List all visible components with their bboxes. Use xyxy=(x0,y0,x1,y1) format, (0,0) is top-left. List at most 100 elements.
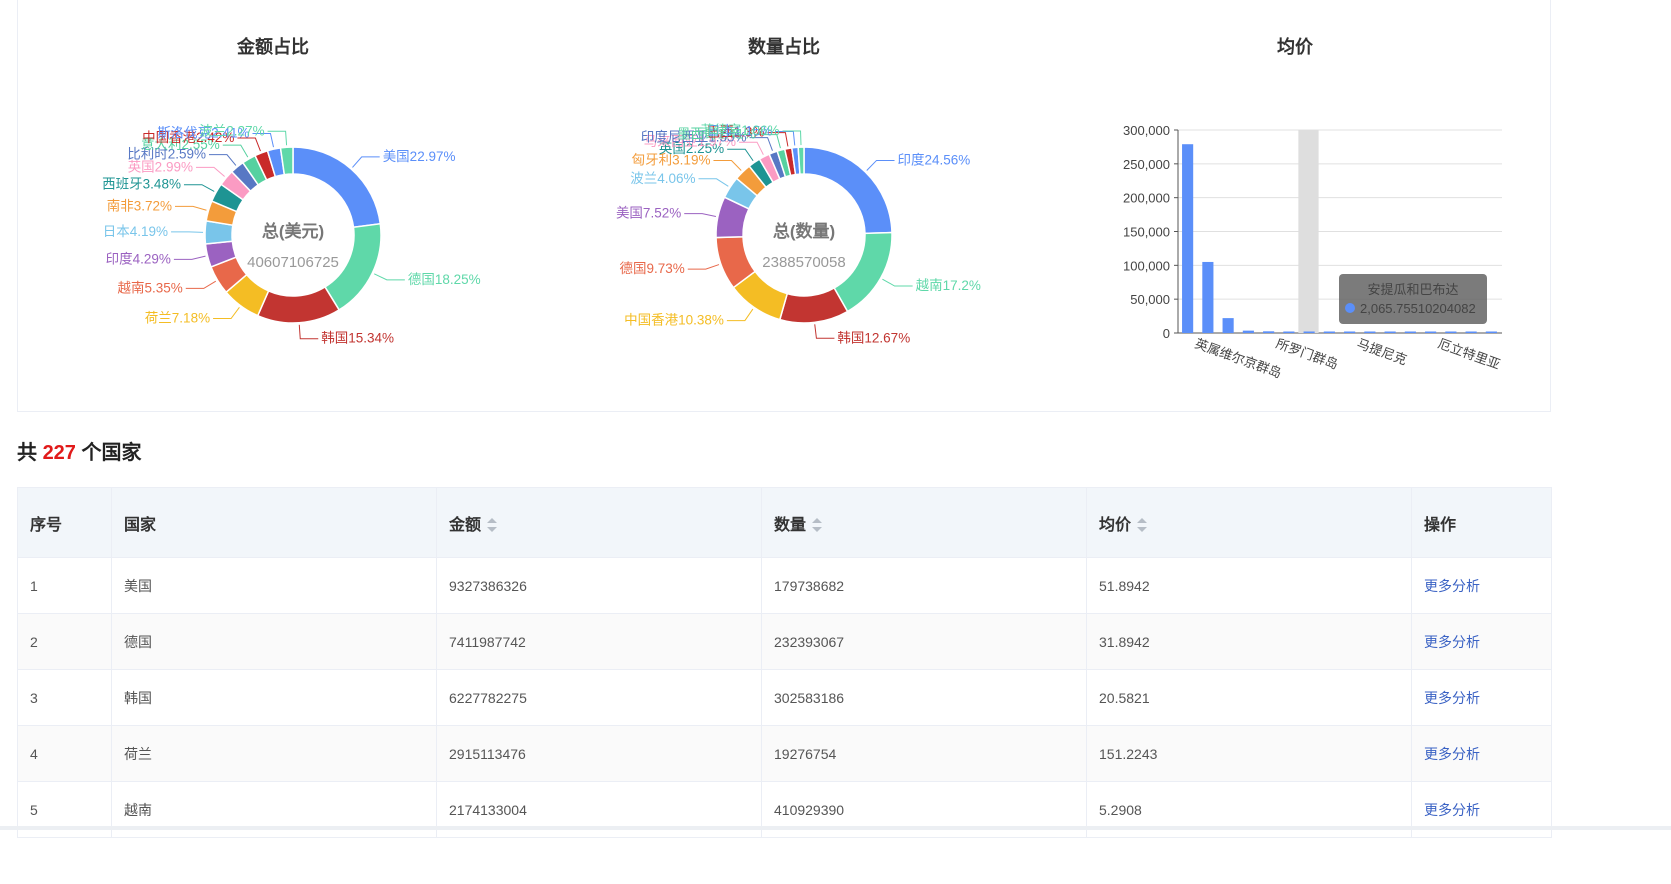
pie-slice-label: 波兰4.06% xyxy=(630,171,695,186)
pie-slice-label: 印度24.56% xyxy=(898,152,971,167)
bar xyxy=(1364,331,1376,333)
header-quantity[interactable]: 数量 xyxy=(761,487,1087,558)
pie-leader-line xyxy=(698,178,729,187)
bar xyxy=(1485,331,1497,333)
header-amount[interactable]: 金额 xyxy=(436,487,762,558)
more-analysis-link[interactable]: 更多分析 xyxy=(1424,690,1480,706)
pie-center-value: 40607106725 xyxy=(247,254,339,271)
bar xyxy=(1465,331,1477,333)
pie-leader-line xyxy=(726,308,754,322)
pie-leader-line xyxy=(684,213,717,217)
pie-leader-line xyxy=(175,205,207,211)
pie-leader-line xyxy=(298,324,319,340)
pie-leader-line xyxy=(208,154,237,166)
cell-avg-price: 151.2243 xyxy=(1086,725,1412,782)
bar xyxy=(1404,331,1416,333)
x-tick-label: 所罗门群岛 xyxy=(1274,336,1340,372)
pie-leader-line xyxy=(814,324,835,339)
header-index-label: 序号 xyxy=(30,516,63,534)
y-tick-label: 100,000 xyxy=(1123,258,1170,273)
x-tick-label: 厄立特里亚 xyxy=(1436,336,1502,372)
quantity-share-pie-chart: 数量占比印度24.56% 越南17.2% 韩国12.67% 中国香港10.38% 德国9… xyxy=(616,36,981,345)
hover-band xyxy=(1298,130,1319,333)
cell-index: 3 xyxy=(17,669,112,726)
header-action: 操作 xyxy=(1411,487,1552,558)
cell-index: 4 xyxy=(17,725,112,782)
chart-panel: 金额占比 美国22.97% 德国18.25% 韩国15.34% 荷兰7.18% 越南5.3… xyxy=(17,0,1551,412)
cell-action: 更多分析 xyxy=(1411,613,1552,670)
x-tick-label: 英属维尔京群岛 xyxy=(1193,336,1284,381)
header-index: 序号 xyxy=(17,487,112,558)
header-country: 国家 xyxy=(111,487,437,558)
bar xyxy=(1182,144,1194,333)
pie-leader-line xyxy=(183,184,215,192)
table-row: 2 德国 7411987742 232393067 31.8942 更多分析 xyxy=(17,613,1552,670)
pie-slice-label: 美国22.97% xyxy=(383,149,456,164)
y-tick-label: 200,000 xyxy=(1123,191,1170,206)
pie-slice xyxy=(778,286,849,324)
cell-quantity: 232393067 xyxy=(761,613,1087,670)
bar xyxy=(1344,331,1356,333)
pie-slice-label: 越南17.2% xyxy=(916,278,981,293)
cell-action: 更多分析 xyxy=(1411,557,1552,614)
bar xyxy=(1263,331,1275,333)
amount-share-pie-chart: 金额占比美国22.97% 德国18.25% 韩国15.34% 荷兰7.18% 越南5.3… xyxy=(102,36,481,346)
pie-center-label: 总(数量) xyxy=(773,221,835,241)
pie-slice xyxy=(256,285,341,324)
bar xyxy=(1445,331,1457,333)
header-amount-label[interactable]: 金额 xyxy=(449,517,481,534)
cell-quantity: 302583186 xyxy=(761,669,1087,726)
cell-action: 更多分析 xyxy=(1411,669,1552,726)
pie-slice-label: 韩国15.34% xyxy=(321,331,394,346)
pie-center-label: 总(美元) xyxy=(262,221,324,241)
cell-country: 德国 xyxy=(111,613,437,670)
tooltip-marker-icon xyxy=(1345,303,1355,313)
header-avg-price[interactable]: 均价 xyxy=(1086,487,1412,558)
tooltip-title: 安提瓜和巴布达 xyxy=(1367,282,1458,297)
more-analysis-link[interactable]: 更多分析 xyxy=(1424,746,1480,762)
table-header-row: 序号 国家 金额 数量 均价 操作 xyxy=(17,487,1552,558)
header-avg-price-label[interactable]: 均价 xyxy=(1099,517,1131,534)
bar xyxy=(1303,331,1315,333)
cell-amount: 2915113476 xyxy=(436,725,762,782)
cell-avg-price: 51.8942 xyxy=(1086,557,1412,614)
header-quantity-label[interactable]: 数量 xyxy=(774,517,806,534)
cell-country: 美国 xyxy=(111,557,437,614)
y-tick-label: 50,000 xyxy=(1130,292,1170,307)
more-analysis-link[interactable]: 更多分析 xyxy=(1424,802,1480,818)
pie-leader-line xyxy=(882,278,913,287)
cell-quantity: 179738682 xyxy=(761,557,1087,614)
country-count: 227 xyxy=(42,442,76,464)
bar xyxy=(1384,331,1396,333)
pie-slice-label: 西班牙3.48% xyxy=(102,177,181,192)
y-tick-label: 300,000 xyxy=(1123,123,1170,138)
sort-caret-icon[interactable] xyxy=(1137,518,1148,533)
pie-slice-label: 南非3.72% xyxy=(107,198,172,213)
more-analysis-link[interactable]: 更多分析 xyxy=(1424,578,1480,594)
cell-quantity: 19276754 xyxy=(761,725,1087,782)
pie-slice-label: 德国9.73% xyxy=(619,261,684,276)
cell-amount: 6227782275 xyxy=(436,669,762,726)
pie-slice-label: 德国18.25% xyxy=(408,272,481,287)
chart-tooltip: 安提瓜和巴布达 2,065.7551020408​2 xyxy=(1339,274,1487,324)
cell-country: 荷兰 xyxy=(111,725,437,782)
pie-slice-label: 韩国12.67% xyxy=(837,330,910,345)
more-analysis-link[interactable]: 更多分析 xyxy=(1424,634,1480,650)
pie-leader-line xyxy=(687,264,720,270)
cell-avg-price: 20.5821 xyxy=(1086,669,1412,726)
sort-caret-icon[interactable] xyxy=(487,518,498,533)
pie-leader-line xyxy=(173,255,206,260)
bar xyxy=(1425,331,1437,333)
pie-slice-label: 荷兰7.18% xyxy=(145,311,210,326)
bar xyxy=(1323,331,1335,333)
pie-leader-line xyxy=(195,166,225,177)
pie-slice-label: 菲律宾1.06% xyxy=(701,123,780,138)
sort-caret-icon[interactable] xyxy=(812,518,823,533)
country-count-summary: 共 227 个国家 xyxy=(17,436,142,465)
chart-title: 均价 xyxy=(1277,36,1314,57)
chart-title: 金额占比 xyxy=(236,36,309,57)
pie-leader-line xyxy=(866,159,895,171)
table-row: 4 荷兰 2915113476 19276754 151.2243 更多分析 xyxy=(17,725,1552,782)
table-row: 3 韩国 6227782275 302583186 20.5821 更多分析 xyxy=(17,669,1552,726)
pie-leader-line xyxy=(713,159,742,171)
